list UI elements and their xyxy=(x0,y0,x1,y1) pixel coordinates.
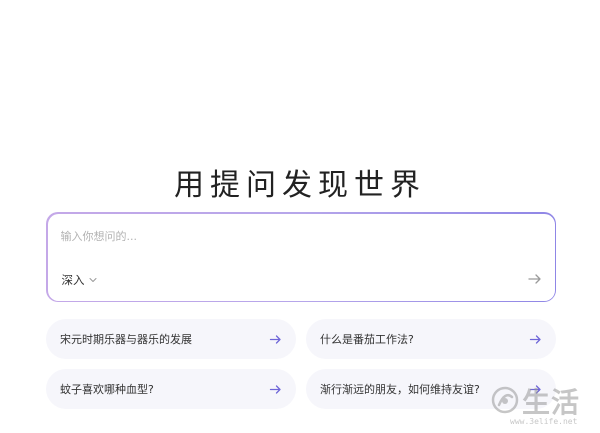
suggestion-label: 什么是番茄工作法? xyxy=(320,333,414,346)
search-box-inner: 深入 xyxy=(47,213,555,301)
search-input[interactable] xyxy=(60,225,531,248)
watermark-brand: 生活 xyxy=(522,386,581,419)
watermark-logo-icon xyxy=(491,386,519,414)
arrow-right-icon xyxy=(269,334,281,344)
watermark: 生活 www.3elife.net xyxy=(490,381,594,429)
page: 用提问发现世界 深入 宋元时期乐器与器乐的发展 什么是番茄工作法? 蚊子 xyxy=(0,0,600,433)
page-title: 用提问发现世界 xyxy=(174,168,426,204)
chevron-down-icon xyxy=(89,277,96,282)
arrow-right-icon xyxy=(529,334,541,344)
arrow-right-icon xyxy=(269,384,281,394)
suggestion-label: 渐行渐远的朋友，如何维持友谊? xyxy=(320,383,480,396)
suggestion-chip[interactable]: 什么是番茄工作法? xyxy=(306,319,556,359)
mode-label: 深入 xyxy=(61,272,85,287)
suggestion-label: 宋元时期乐器与器乐的发展 xyxy=(60,333,192,346)
suggestion-label: 蚊子喜欢哪种血型? xyxy=(60,383,154,396)
suggestion-chip[interactable]: 宋元时期乐器与器乐的发展 xyxy=(46,319,296,359)
suggestion-chip[interactable]: 蚊子喜欢哪种血型? xyxy=(46,369,296,409)
watermark-site: www.3elife.net xyxy=(510,417,578,426)
submit-arrow-icon[interactable] xyxy=(527,271,543,287)
mode-selector[interactable]: 深入 xyxy=(62,272,97,288)
search-box: 深入 xyxy=(46,212,556,302)
